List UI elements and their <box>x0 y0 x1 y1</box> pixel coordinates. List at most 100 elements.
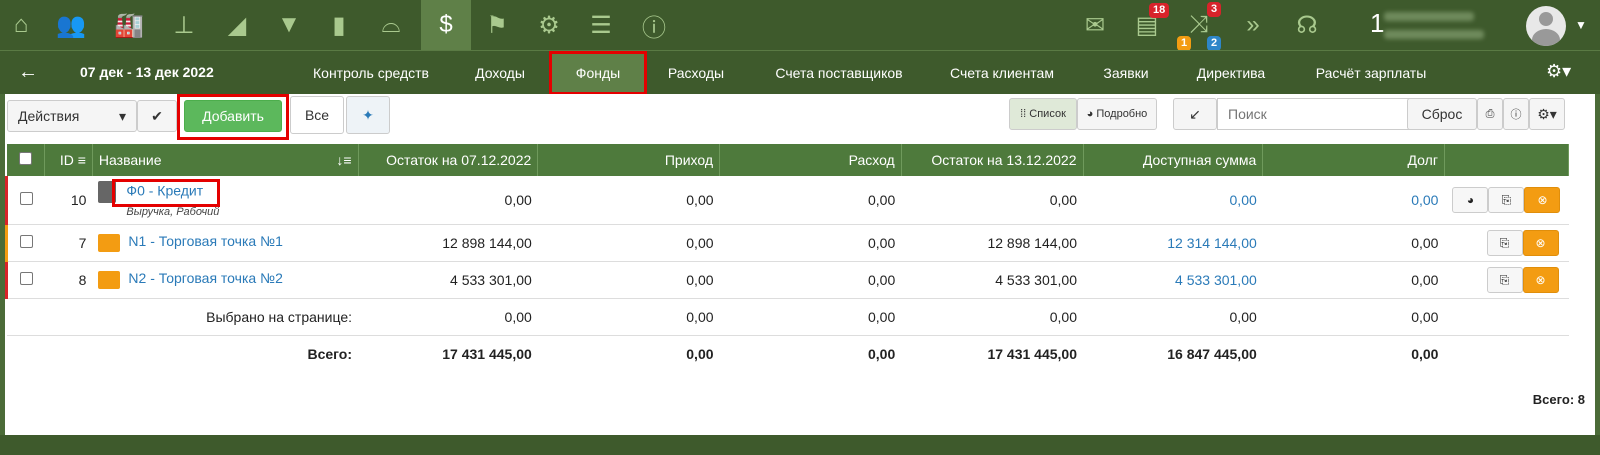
back-arrow-icon[interactable]: ← <box>18 61 38 84</box>
header-debt[interactable]: Долг <box>1262 144 1445 176</box>
table-settings-icon[interactable]: ⚙▾ <box>1529 98 1565 130</box>
available-link[interactable]: 4 533 301,00 <box>1083 261 1263 299</box>
counter: 1 <box>1370 8 1385 38</box>
tab-supplier-invoices[interactable]: Счета поставщиков <box>765 51 913 95</box>
folder-icon <box>98 270 121 289</box>
pie-icon: ◕ <box>1086 108 1097 120</box>
hat-icon[interactable]: ⌓ <box>372 0 410 50</box>
search-input[interactable] <box>1217 98 1413 130</box>
tab-income[interactable]: Доходы <box>460 51 540 95</box>
copy-icon[interactable]: ⎘ <box>1486 229 1523 256</box>
close-circle-icon[interactable]: ⊗ <box>1522 229 1559 256</box>
shuffle-badge: 3 <box>1207 2 1222 17</box>
available-link[interactable]: 12 314 144,00 <box>1083 224 1263 262</box>
shuffle-badge-blue: 2 <box>1207 36 1222 51</box>
info-icon[interactable]: ⓘ <box>635 0 673 50</box>
copy-icon[interactable]: ⎘ <box>1488 186 1525 213</box>
table-row[interactable]: 8 N2 - Торговая точка №2 4 533 301,00 0,… <box>5 261 1569 299</box>
actions-dropdown[interactable]: Действия ▾ <box>7 100 137 132</box>
users-icon[interactable]: 👥 <box>52 0 90 50</box>
check-icon[interactable]: ✔ <box>137 100 177 132</box>
grid-icon: ⁞⁞ <box>1020 108 1030 120</box>
tab-funds[interactable]: Фонды <box>549 51 647 95</box>
selected-summary-row: Выбрано на странице: 0,00 0,00 0,00 0,00… <box>6 298 1569 336</box>
hierarchy-icon[interactable]: ⊥ <box>165 0 203 50</box>
pin-icon[interactable]: ✦ <box>346 96 390 134</box>
caret-down-icon: ▾ <box>118 107 126 124</box>
header-start-balance[interactable]: Остаток на 07.12.2022 <box>358 144 539 176</box>
tab-directive[interactable]: Директива <box>1186 51 1276 95</box>
list-view-button[interactable]: ⁞⁞ Список <box>1009 98 1077 130</box>
sort-desc-icon: ↓≡ <box>336 152 352 168</box>
filter-icon[interactable]: ▼ <box>270 0 308 50</box>
records-count: Всего: 8 <box>1532 392 1585 407</box>
fund-name-link[interactable]: N1 - Торговая точка №1 <box>128 233 282 249</box>
tasks-badge: 18 <box>1149 3 1170 18</box>
date-range[interactable]: 07 дек - 13 дек 2022 <box>80 64 214 80</box>
chart-area-icon[interactable]: ◢ <box>218 0 256 50</box>
name-highlight <box>112 179 221 207</box>
row-id: 8 <box>44 261 93 299</box>
detail-view-button[interactable]: ◕ Подробно <box>1077 98 1157 130</box>
info-small-icon[interactable]: ⓘ <box>1503 98 1529 130</box>
close-circle-icon[interactable]: ⊗ <box>1522 266 1559 293</box>
reset-button[interactable]: Сброс <box>1407 98 1477 130</box>
header-id[interactable]: ID ≡ <box>44 144 93 176</box>
home-icon[interactable]: ⌂ <box>2 0 40 50</box>
header-available[interactable]: Доступная сумма <box>1083 144 1264 176</box>
top-bar: ⌂ 👥 🏭 ⊥ ◢ ▼ ▮ ⌓ $ ⚑ ⚙ ☰ ⓘ ✉ ▤ 18 ⤨ 3 1 2… <box>0 0 1600 51</box>
row-checkbox[interactable] <box>19 191 33 205</box>
collapse-arrow-icon[interactable]: ↙ <box>1173 98 1217 130</box>
bar-chart-icon[interactable]: ▮ <box>320 0 358 50</box>
print-icon[interactable]: ⎙ <box>1477 98 1503 130</box>
row-checkbox[interactable] <box>19 271 33 285</box>
tab-funds-control[interactable]: Контроль средств <box>300 51 442 95</box>
close-circle-icon[interactable]: ⊗ <box>1524 186 1561 213</box>
selected-label: Выбрано на странице: <box>92 298 359 336</box>
row-id: 10 <box>44 176 93 225</box>
headset-icon[interactable]: ☊ <box>1288 0 1326 50</box>
avatar[interactable] <box>1526 6 1566 46</box>
flag-icon[interactable]: ⚑ <box>478 0 516 50</box>
total-label: Всего: <box>307 345 353 362</box>
factory-icon[interactable]: 🏭 <box>110 0 148 50</box>
sort-lines-icon: ≡ <box>77 152 86 168</box>
money-bag-icon[interactable]: $ <box>421 0 471 50</box>
chevron-down-icon[interactable]: ▼ <box>1575 18 1587 32</box>
total-row: Всего: 17 431 445,00 0,00 0,00 17 431 44… <box>7 335 1569 372</box>
header-income[interactable]: Приход <box>537 144 721 176</box>
select-all-checkbox[interactable] <box>18 152 32 165</box>
pie-chart-icon[interactable]: ◕ <box>1452 186 1489 213</box>
bottom-bar <box>0 435 1600 455</box>
forward-icon[interactable]: » <box>1234 0 1272 50</box>
header-name[interactable]: Название ↓≡ <box>92 144 359 176</box>
copy-icon[interactable]: ⎘ <box>1486 266 1523 293</box>
user-name-blurred <box>1384 12 1474 21</box>
header-expense[interactable]: Расход <box>719 144 902 176</box>
header-end-balance[interactable]: Остаток на 13.12.2022 <box>901 144 1084 176</box>
list-icon[interactable]: ☰ <box>582 0 620 50</box>
actions-label: Действия <box>18 108 80 124</box>
settings-gear-icon[interactable]: ⚙▾ <box>1546 61 1571 82</box>
table-row[interactable]: 7 N1 - Торговая точка №1 12 898 144,00 0… <box>5 224 1569 262</box>
available-link[interactable]: 0,00 <box>1083 176 1263 225</box>
tab-client-invoices[interactable]: Счета клиентам <box>940 51 1064 95</box>
fund-name-link[interactable]: N2 - Торговая точка №2 <box>128 270 282 286</box>
funds-table: ID ≡ Название ↓≡ Остаток на 07.12.2022 Пр… <box>5 144 1570 372</box>
section-nav: ← 07 дек - 13 дек 2022 Контроль средств … <box>0 50 1600 95</box>
content-panel: Действия ▾ ✔ Добавить Все ✦ ⁞⁞ Список ◕ … <box>5 94 1595 435</box>
tab-expenses[interactable]: Расходы <box>655 51 737 95</box>
user-role-blurred <box>1384 30 1484 39</box>
filter-all-tab[interactable]: Все <box>290 96 344 134</box>
folder-icon <box>98 233 121 252</box>
shuffle-badge-orange: 1 <box>1177 36 1192 51</box>
add-button[interactable]: Добавить <box>184 100 282 132</box>
gear-icon[interactable]: ⚙ <box>530 0 568 50</box>
table-row[interactable]: 10 Ф0 - Кредит Выручка, Рабочий 0,00 0,0… <box>5 176 1569 225</box>
debt-link[interactable]: 0,00 <box>1262 176 1445 225</box>
fund-tags: Выручка, Рабочий <box>126 206 220 219</box>
tab-payroll[interactable]: Расчёт зарплаты <box>1306 51 1436 95</box>
tab-requests[interactable]: Заявки <box>1092 51 1160 95</box>
mail-icon[interactable]: ✉ <box>1076 0 1114 50</box>
row-checkbox[interactable] <box>19 234 33 248</box>
